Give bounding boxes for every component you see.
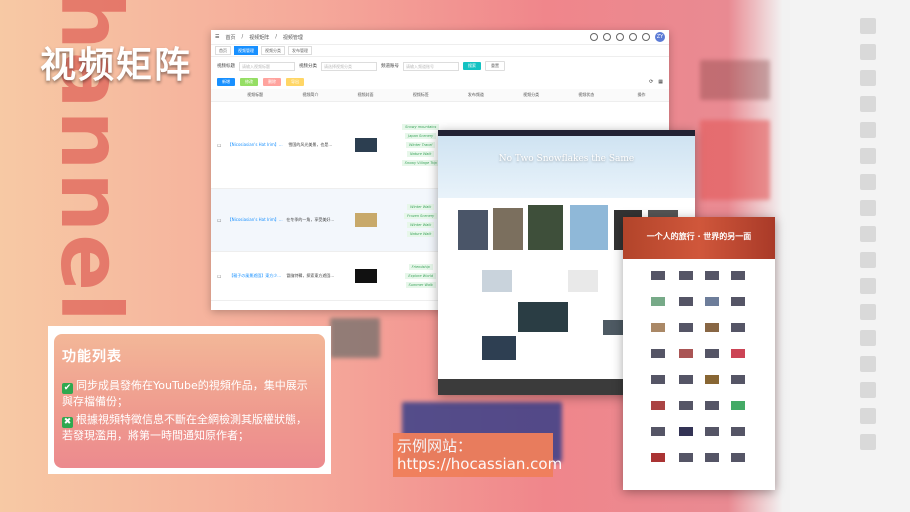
video-title-link[interactable]: 【Nicosiasian's Hat Irim】...: [228, 217, 283, 223]
video-title-link[interactable]: 【Nicosiasian's Hat Irim】...: [228, 142, 283, 148]
video-card: [528, 205, 563, 250]
delete-button[interactable]: 删除: [263, 78, 281, 86]
admin-top-bar: ☰ 首页 / 视频矩阵 / 视频管理 ZY: [211, 30, 669, 45]
video-cover-thumbnail: [354, 213, 377, 227]
check-icon: ✔: [62, 383, 73, 394]
filter-label: 视频分类: [299, 64, 317, 69]
feature-list-card: 功能列表 ✔ 同步成員發佈在YouTube的視頻作品，集中展示與存檔備份； ✖ 根據…: [48, 326, 331, 474]
background-side-strip: [790, 0, 910, 512]
video-card: [493, 208, 523, 250]
column-header: 发布频道: [467, 92, 484, 97]
demo-site-label: 示例网站：: [397, 437, 473, 455]
site-hero-banner: No Two Snowflakes the Same: [438, 136, 695, 198]
export-button[interactable]: 导出: [286, 78, 304, 86]
tag: Nature Walk: [406, 230, 435, 237]
column-header: 视频状态: [578, 92, 595, 97]
video-intro: 冒險特輯，探索東方遊園...: [286, 273, 335, 278]
filter-bar: 视频标题 请输入视频标题 视频分类 请选择视频分类 频道账号 请输入频道账号 搜…: [211, 57, 669, 75]
background-blur-block: [700, 120, 770, 200]
tag: Explore World: [405, 273, 436, 279]
tab-video-manage[interactable]: 视频管理: [234, 46, 258, 55]
edit-button[interactable]: 修改: [240, 78, 258, 86]
tag: Friendship: [408, 264, 433, 270]
demo-site-url-link[interactable]: https://hocassian.com: [397, 455, 562, 473]
add-button[interactable]: 新增: [217, 78, 235, 86]
filter-label: 频道账号: [381, 64, 399, 69]
column-header: 视频简介: [302, 92, 319, 97]
site-hero-banner: 一个人的旅行 · 世界的另一面: [623, 217, 775, 259]
avatar[interactable]: ZY: [655, 32, 665, 42]
column-header: 视频标题: [247, 92, 264, 97]
breadcrumb-item[interactable]: 首页: [225, 34, 235, 41]
article-thumb: [482, 270, 512, 292]
tabs-bar: 首页 视频管理 视频分类 发布管理: [211, 45, 669, 57]
action-bar: 新增 修改 删除 导出 ⟳ ▦: [211, 75, 669, 89]
tag: Winter Travel: [406, 142, 436, 148]
font-size-icon[interactable]: [642, 33, 650, 41]
feature-item-text: 同步成員發佈在YouTube的視頻作品，集中展示與存檔備份；: [62, 379, 308, 408]
article-thumb: [518, 302, 568, 332]
channel-filter-input[interactable]: 请输入频道账号: [403, 61, 459, 71]
filter-label: 视频标题: [217, 64, 235, 69]
article-thumb: [568, 270, 598, 292]
video-card: [570, 205, 608, 250]
article-thumb: [603, 320, 623, 335]
demo-site-screenshot-travel: 一个人的旅行 · 世界的另一面: [623, 217, 775, 490]
tag: Winter Walk: [407, 203, 435, 210]
feature-item: ✖ 根據視頻特徵信息不斷在全網檢測其版權狀態，若發現濫用，將第一時間通知原作者；: [62, 412, 312, 444]
columns-icon[interactable]: ▦: [658, 79, 663, 85]
video-cover-thumbnail: [354, 269, 377, 283]
column-header: 视频标签: [412, 92, 429, 97]
video-intro: 在冬季的一角，享受美好...: [286, 217, 335, 222]
search-icon[interactable]: [590, 33, 598, 41]
column-header: 操作: [637, 92, 646, 97]
tab-video-category[interactable]: 视频分类: [261, 46, 285, 55]
category-filter-select[interactable]: 请选择视频分类: [321, 61, 377, 71]
demo-site-box: 示例网站： https://hocassian.com: [393, 433, 562, 477]
title-filter-input[interactable]: 请输入视频标题: [239, 61, 295, 71]
reset-button[interactable]: 重置: [485, 61, 505, 71]
tab-publish-manage[interactable]: 发布管理: [288, 46, 312, 55]
github-icon[interactable]: [603, 33, 611, 41]
video-card: [458, 210, 488, 250]
cross-icon: ✖: [62, 417, 73, 428]
tag: Winter Walk: [407, 221, 435, 228]
video-cover-thumbnail: [354, 138, 377, 152]
video-title-link[interactable]: 【親子の風景遊園】東方少...: [228, 273, 283, 279]
feature-item: ✔ 同步成員發佈在YouTube的視頻作品，集中展示與存檔備份；: [62, 378, 312, 410]
article-thumb: [482, 336, 516, 360]
refresh-icon[interactable]: ⟳: [649, 79, 653, 85]
help-icon[interactable]: [616, 33, 624, 41]
tag: Summer Walk: [405, 282, 436, 288]
site-hero-title: No Two Snowflakes the Same: [498, 154, 635, 164]
background-blur-block: [330, 318, 380, 358]
site-hero-title: 一个人的旅行 · 世界的另一面: [646, 232, 752, 241]
tag: Snowy mountains: [402, 124, 440, 130]
tag: Japan Scenery: [405, 133, 437, 139]
tab-home[interactable]: 首页: [215, 46, 231, 55]
menu-icon[interactable]: ☰: [215, 34, 219, 40]
table-header: 视频标题 视频简介 视频封面 视频标签 发布频道 视频分类 视频状态 操作: [211, 89, 669, 102]
breadcrumb-item[interactable]: 视频矩阵: [249, 34, 269, 41]
tag: Frozen Scenery: [404, 212, 438, 219]
tag: Snowy Village Trip: [401, 160, 440, 166]
fullscreen-icon[interactable]: [629, 33, 637, 41]
feature-list-title: 功能列表: [62, 349, 122, 365]
search-button[interactable]: 搜索: [463, 62, 481, 70]
column-header: 视频封面: [357, 92, 374, 97]
column-header: 视频分类: [523, 92, 540, 97]
breadcrumb-item: 视频管理: [282, 34, 303, 41]
feature-item-text: 根據視頻特徵信息不斷在全網檢測其版權狀態，若發現濫用，將第一時間通知原作者；: [62, 413, 307, 442]
video-intro: 雪国的风光美景，也是...: [288, 142, 333, 147]
slide-title: 视频矩阵: [40, 45, 193, 86]
background-blur-block: [700, 60, 770, 100]
tag: Nature Walk: [406, 151, 435, 157]
